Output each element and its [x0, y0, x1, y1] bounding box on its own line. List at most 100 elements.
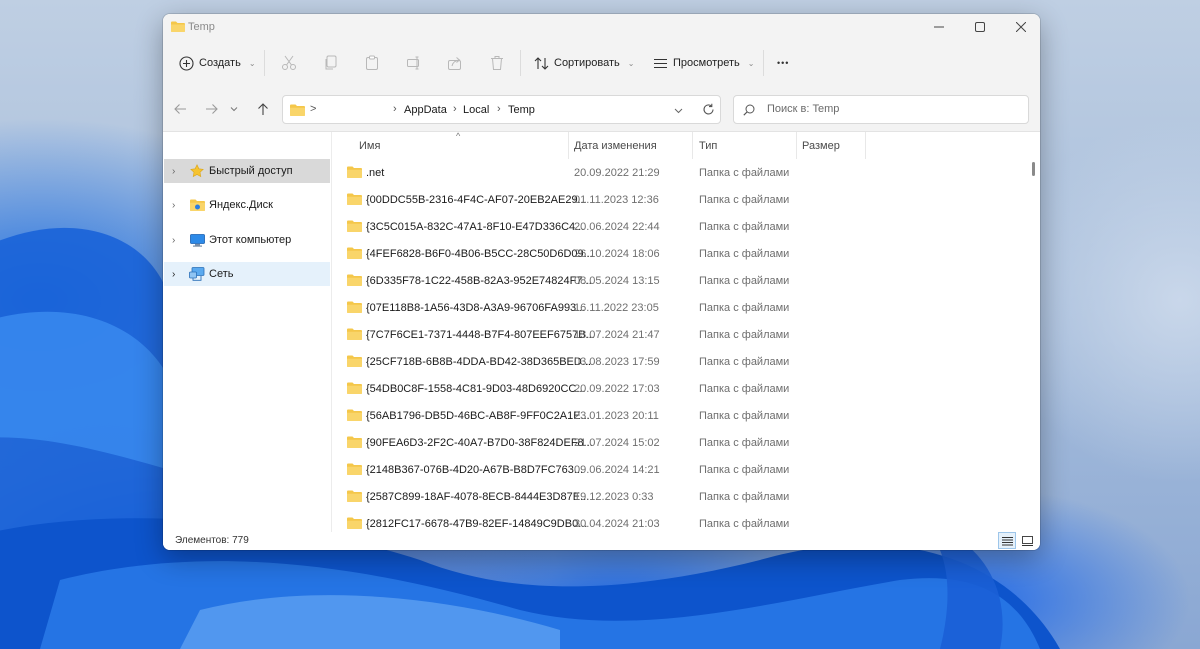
table-row[interactable]: {90FEA6D3-2F2C-40A7-B7D0-38F824DEF8... 21… [332, 429, 1026, 456]
arrow-right-icon [205, 104, 218, 114]
maximize-button[interactable] [959, 14, 1001, 40]
file-name: {54DB0C8F-1558-4C81-9D03-48D6920CC... [366, 383, 586, 395]
folder-icon [347, 355, 362, 367]
rename-button[interactable] [405, 54, 423, 72]
table-row[interactable]: .net 20.09.2022 21:29 Папка с файлами [332, 159, 1026, 186]
tiles-view-button[interactable] [1018, 532, 1036, 549]
file-date-modified: 16.11.2022 23:05 [574, 302, 659, 314]
back-button[interactable] [171, 100, 189, 118]
details-view-button[interactable] [998, 532, 1016, 549]
large-icons-view-icon [1021, 535, 1033, 546]
file-date-modified: 13.07.2024 21:47 [574, 329, 660, 341]
sidebar-item-this-pc[interactable]: › Этот компьютер [164, 228, 330, 252]
breadcrumb-separator: › [453, 103, 457, 115]
vertical-scrollbar[interactable] [1027, 132, 1040, 532]
share-button[interactable] [446, 54, 464, 72]
file-date-modified: 20.09.2022 21:29 [574, 167, 660, 179]
create-button[interactable]: Создать ⌄ [179, 52, 256, 74]
computer-icon [189, 232, 205, 248]
more-options-button[interactable]: ••• [777, 52, 789, 74]
chevron-down-icon [230, 107, 238, 112]
column-divider[interactable] [796, 132, 797, 159]
column-divider[interactable] [692, 132, 693, 159]
file-type: Папка с файлами [699, 410, 790, 422]
search-icon [743, 104, 755, 116]
table-row[interactable]: {2812FC17-6678-47B9-82EF-14849C9DB0... 30… [332, 510, 1026, 532]
file-type: Папка с файлами [699, 248, 790, 260]
folder-icon [347, 517, 362, 529]
navigation-bar: > › AppData › Local › Temp [163, 86, 1040, 132]
file-date-modified: 08.05.2024 13:15 [574, 275, 660, 287]
sidebar-item-network[interactable]: › Сеть [164, 262, 330, 286]
chevron-right-icon[interactable]: › [172, 269, 184, 280]
recent-locations-button[interactable] [228, 100, 240, 118]
divider [520, 50, 521, 76]
chevron-right-icon[interactable]: › [172, 200, 184, 211]
share-icon [448, 57, 461, 70]
sort-ascending-icon: ^ [456, 132, 461, 141]
breadcrumb-appdata[interactable]: AppData [404, 104, 447, 116]
column-header-size[interactable]: Размер [802, 140, 840, 152]
file-type: Папка с файлами [699, 491, 790, 503]
arrow-up-icon [258, 102, 268, 115]
file-name: {6D335F78-1C22-458B-82A3-952E74824F7... [366, 275, 592, 287]
cut-button[interactable] [280, 54, 298, 72]
table-row[interactable]: {2148B367-076B-4D20-A67B-B8D7FC763... 09.… [332, 456, 1026, 483]
file-date-modified: 09.06.2024 14:21 [574, 464, 660, 476]
table-row[interactable]: {2587C899-18AF-4078-8ECB-8444E3D87E... 19… [332, 483, 1026, 510]
address-bar[interactable]: > › AppData › Local › Temp [282, 95, 721, 124]
view-button[interactable]: Просмотреть ⌄ [653, 52, 754, 74]
column-divider[interactable] [568, 132, 569, 159]
column-header-type[interactable]: Тип [699, 140, 717, 152]
chevron-right-icon[interactable]: › [172, 166, 184, 177]
copy-button[interactable] [322, 54, 340, 72]
sidebar-item-label: Быстрый доступ [209, 165, 293, 177]
breadcrumb-temp[interactable]: Temp [508, 104, 535, 116]
column-divider[interactable] [865, 132, 866, 159]
table-row[interactable]: {6D335F78-1C22-458B-82A3-952E74824F7... 0… [332, 267, 1026, 294]
column-header-date[interactable]: Дата изменения [574, 140, 657, 152]
chevron-down-icon[interactable] [674, 108, 683, 114]
file-type: Папка с файлами [699, 221, 790, 233]
folder-icon [347, 274, 362, 286]
sidebar-item-yandex-disk[interactable]: › Яндекс.Диск [164, 193, 330, 217]
item-count: Элементов: 779 [175, 535, 249, 546]
scrollbar-thumb[interactable] [1032, 162, 1035, 176]
search-box[interactable] [733, 95, 1029, 124]
delete-button[interactable] [488, 54, 506, 72]
file-name: {90FEA6D3-2F2C-40A7-B7D0-38F824DEF8... [366, 437, 593, 449]
paste-button[interactable] [363, 54, 381, 72]
chevron-down-icon: ⌄ [627, 58, 635, 68]
breadcrumb-local[interactable]: Local [463, 104, 489, 116]
close-button[interactable] [1000, 14, 1040, 40]
forward-button[interactable] [202, 100, 220, 118]
column-header-name[interactable]: Имя [359, 140, 380, 152]
up-button[interactable] [254, 100, 272, 118]
chevron-right-icon[interactable]: › [172, 235, 184, 246]
status-bar: Элементов: 779 [163, 532, 1040, 550]
table-row[interactable]: {25CF718B-6B8B-4DDA-BD42-38D365BED... 03.… [332, 348, 1026, 375]
file-type: Папка с файлами [699, 329, 790, 341]
sort-button[interactable]: Сортировать ⌄ [534, 52, 634, 74]
table-row[interactable]: {4FEF6828-B6F0-4B06-B5CC-28C50D6D09... 26… [332, 240, 1026, 267]
folder-icon [347, 382, 362, 394]
folder-icon [347, 436, 362, 448]
minimize-button[interactable] [918, 14, 960, 40]
file-name: {00DDC55B-2316-4F4C-AF07-20EB2AE29... [366, 194, 587, 206]
table-row[interactable]: {56AB1796-DB5D-46BC-AB8F-9FF0C2A1E... 23.… [332, 402, 1026, 429]
table-row[interactable]: {7C7F6CE1-7371-4448-B7F4-807EEF6757B... 1… [332, 321, 1026, 348]
breadcrumb-root-chevron[interactable]: > [310, 103, 316, 115]
sidebar-item-quick-access[interactable]: › Быстрый доступ [164, 159, 330, 183]
folder-icon [347, 490, 362, 502]
table-row[interactable]: {54DB0C8F-1558-4C81-9D03-48D6920CC... 20.… [332, 375, 1026, 402]
refresh-button[interactable] [693, 95, 723, 124]
table-row[interactable]: {3C5C015A-832C-47A1-8F10-E47D336C4... 20.… [332, 213, 1026, 240]
network-icon [189, 266, 205, 282]
search-input[interactable] [767, 103, 1017, 115]
table-row[interactable]: {07E118B8-1A56-43D8-A3A9-96706FA993... 16… [332, 294, 1026, 321]
file-name: {3C5C015A-832C-47A1-8F10-E47D336C4... [366, 221, 585, 233]
column-header-row: ^ Имя Дата изменения Тип Размер [332, 132, 1026, 159]
file-date-modified: 23.01.2023 20:11 [574, 410, 659, 422]
maximize-icon [975, 22, 985, 32]
table-row[interactable]: {00DDC55B-2316-4F4C-AF07-20EB2AE29... 01.… [332, 186, 1026, 213]
